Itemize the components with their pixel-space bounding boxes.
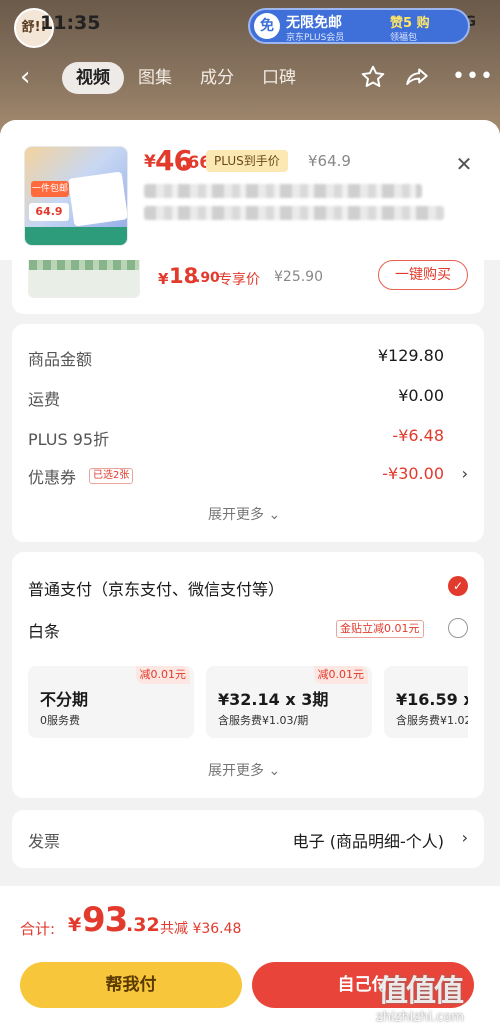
plan-discount-badge: 减0.01元: [135, 666, 190, 684]
promo-badge: 免: [254, 13, 280, 39]
promo-subtitle: 京东PLUS会员: [286, 33, 345, 43]
media-tabs: 视频 图集 成分 口碑: [62, 60, 310, 96]
tab-video[interactable]: 视频: [62, 62, 124, 94]
one-click-buy-button[interactable]: 一键购买: [378, 260, 468, 290]
chevron-right-icon: ›: [461, 464, 468, 483]
plus-price-tag: PLUS到手价: [206, 150, 288, 172]
summary-row-shipping: 运费 ¥0.00: [28, 386, 468, 410]
share-icon[interactable]: [404, 64, 430, 90]
baitiao-subsidy-tag: 金贴立减0.01元: [336, 620, 424, 638]
plan-no-installment[interactable]: 减0.01元 不分期 0服务费: [28, 666, 194, 738]
tab-reviews[interactable]: 口碑: [248, 62, 310, 94]
product2-thumbnail[interactable]: [28, 260, 140, 298]
product-item-2: ¥ 18 .90 专享价 ¥25.90 一键购买: [12, 260, 484, 314]
plus-promo-banner[interactable]: 免 无限免邮 京东PLUS会员 赞5 购 领福包: [248, 8, 470, 44]
invoice-label: 发票: [28, 832, 61, 851]
standard-payment-option[interactable]: 普通支付（京东支付、微信支付等）: [28, 576, 284, 600]
watermark-logo: 值值值: [378, 974, 464, 1009]
coupon-count-badge: 已选2张: [89, 468, 134, 484]
total-integer: 93: [82, 900, 128, 940]
plan-title: ¥32.14 x 3期: [218, 690, 329, 709]
chevron-right-icon: ›: [461, 828, 468, 847]
plan-discount-badge: 减0.01元: [313, 666, 368, 684]
expand-more-button[interactable]: 展开更多 ⌄: [208, 760, 280, 780]
summary-row-coupon[interactable]: 优惠券 已选2张 -¥30.00 ›: [28, 464, 468, 488]
promo-title: 无限免邮: [286, 15, 342, 31]
product2-exclusive-tag: 专享价: [218, 272, 260, 288]
tab-ingredients[interactable]: 成分: [186, 62, 248, 94]
product2-price-symbol: ¥: [158, 270, 169, 288]
thumb-package: [67, 171, 127, 227]
baitiao-radio[interactable]: [448, 618, 468, 638]
product2-price-integer: 18: [169, 264, 199, 288]
promo-right-subtitle: 领福包: [390, 33, 418, 43]
total-saved: 共减 ¥36.48: [160, 921, 242, 937]
product-header: 一件包邮 64.9 ¥ 46 .66 PLUS到手价 ¥64.9 ✕: [0, 120, 500, 260]
total-label: 合计:: [20, 920, 56, 938]
summary-label: 运费: [28, 390, 61, 409]
total-symbol: ¥: [68, 914, 82, 936]
summary-row-plus-discount: PLUS 95折 -¥6.48: [28, 426, 468, 450]
summary-row-goods: 商品金额 ¥129.80: [28, 346, 468, 370]
promo-right-title: 赞5 购: [390, 16, 430, 31]
background-page: 舒!! 11:35 ▮▮▮ 4G 免 无限免邮 京东PLUS会员 赞5 购 领福…: [0, 0, 500, 135]
summary-value: ¥129.80: [377, 346, 444, 365]
plan-fee: 含服务费¥1.03/期: [218, 714, 309, 727]
more-icon[interactable]: •••: [452, 64, 494, 90]
star-icon[interactable]: [360, 64, 386, 90]
summary-label: 优惠券: [28, 468, 77, 487]
expand-more-button[interactable]: 展开更多 ⌄: [208, 504, 280, 524]
original-price: ¥64.9: [308, 152, 351, 170]
watermark-url: zhizhizhi.com: [376, 1010, 464, 1025]
installment-plans: 减0.01元 不分期 0服务费 减0.01元 ¥32.14 x 3期 含服务费¥…: [28, 666, 468, 738]
help-pay-button[interactable]: 帮我付: [20, 962, 242, 1008]
baitiao-payment-option[interactable]: 白条: [28, 618, 60, 642]
plan-title: 不分期: [40, 690, 89, 709]
invoice-row[interactable]: 发票 电子 (商品明细-个人) ›: [12, 810, 484, 868]
summary-value: -¥6.48: [392, 426, 444, 445]
product-thumbnail[interactable]: 一件包邮 64.9: [24, 146, 128, 246]
product2-original-price: ¥25.90: [274, 269, 323, 285]
product-title-blurred: [144, 184, 422, 198]
plan-fee: 含服务费¥1.02/期: [396, 714, 468, 727]
site-watermark: 值值值 zhizhizhi.com: [350, 974, 490, 1026]
summary-label: PLUS 95折: [28, 430, 110, 449]
product2-thumb-pattern: [29, 260, 139, 270]
thumb-price: 64.9: [29, 203, 69, 221]
back-icon[interactable]: ‹: [20, 62, 42, 92]
invoice-value: 电子 (商品明细-个人): [292, 832, 444, 851]
summary-value: -¥30.00: [382, 464, 444, 483]
thumb-strip: [25, 227, 127, 245]
plan-title: ¥16.59 x 6期: [396, 690, 468, 709]
checkout-bar: 合计: ¥ 93 .32 共减 ¥36.48 帮我付 自己付 值值值 zhizh…: [0, 886, 500, 1034]
checkmark-selected-icon[interactable]: ✓: [448, 576, 468, 596]
payment-method-card: 普通支付（京东支付、微信支付等） ✓ 白条 金贴立减0.01元 减0.01元 不…: [12, 552, 484, 798]
summary-value: ¥0.00: [398, 386, 444, 405]
total-decimal: .32: [126, 914, 160, 936]
plan-6-installments[interactable]: ¥16.59 x 6期 含服务费¥1.02/期: [384, 666, 468, 738]
checkout-sheet: 一件包邮 64.9 ¥ 46 .66 PLUS到手价 ¥64.9 ✕ ¥ 18 …: [0, 120, 500, 1034]
product2-price-decimal: .90: [195, 270, 220, 286]
product-title-blurred-2: [144, 206, 444, 220]
thumb-tag: 一件包邮: [31, 181, 69, 197]
plan-3-installments[interactable]: 减0.01元 ¥32.14 x 3期 含服务费¥1.03/期: [206, 666, 372, 738]
plan-fee: 0服务费: [40, 714, 80, 727]
status-time: 11:35: [40, 12, 101, 34]
close-icon[interactable]: ✕: [452, 152, 476, 176]
price-summary-card: 商品金额 ¥129.80 运费 ¥0.00 PLUS 95折 -¥6.48 优惠…: [12, 324, 484, 542]
tab-gallery[interactable]: 图集: [124, 62, 186, 94]
summary-label: 商品金额: [28, 350, 93, 369]
